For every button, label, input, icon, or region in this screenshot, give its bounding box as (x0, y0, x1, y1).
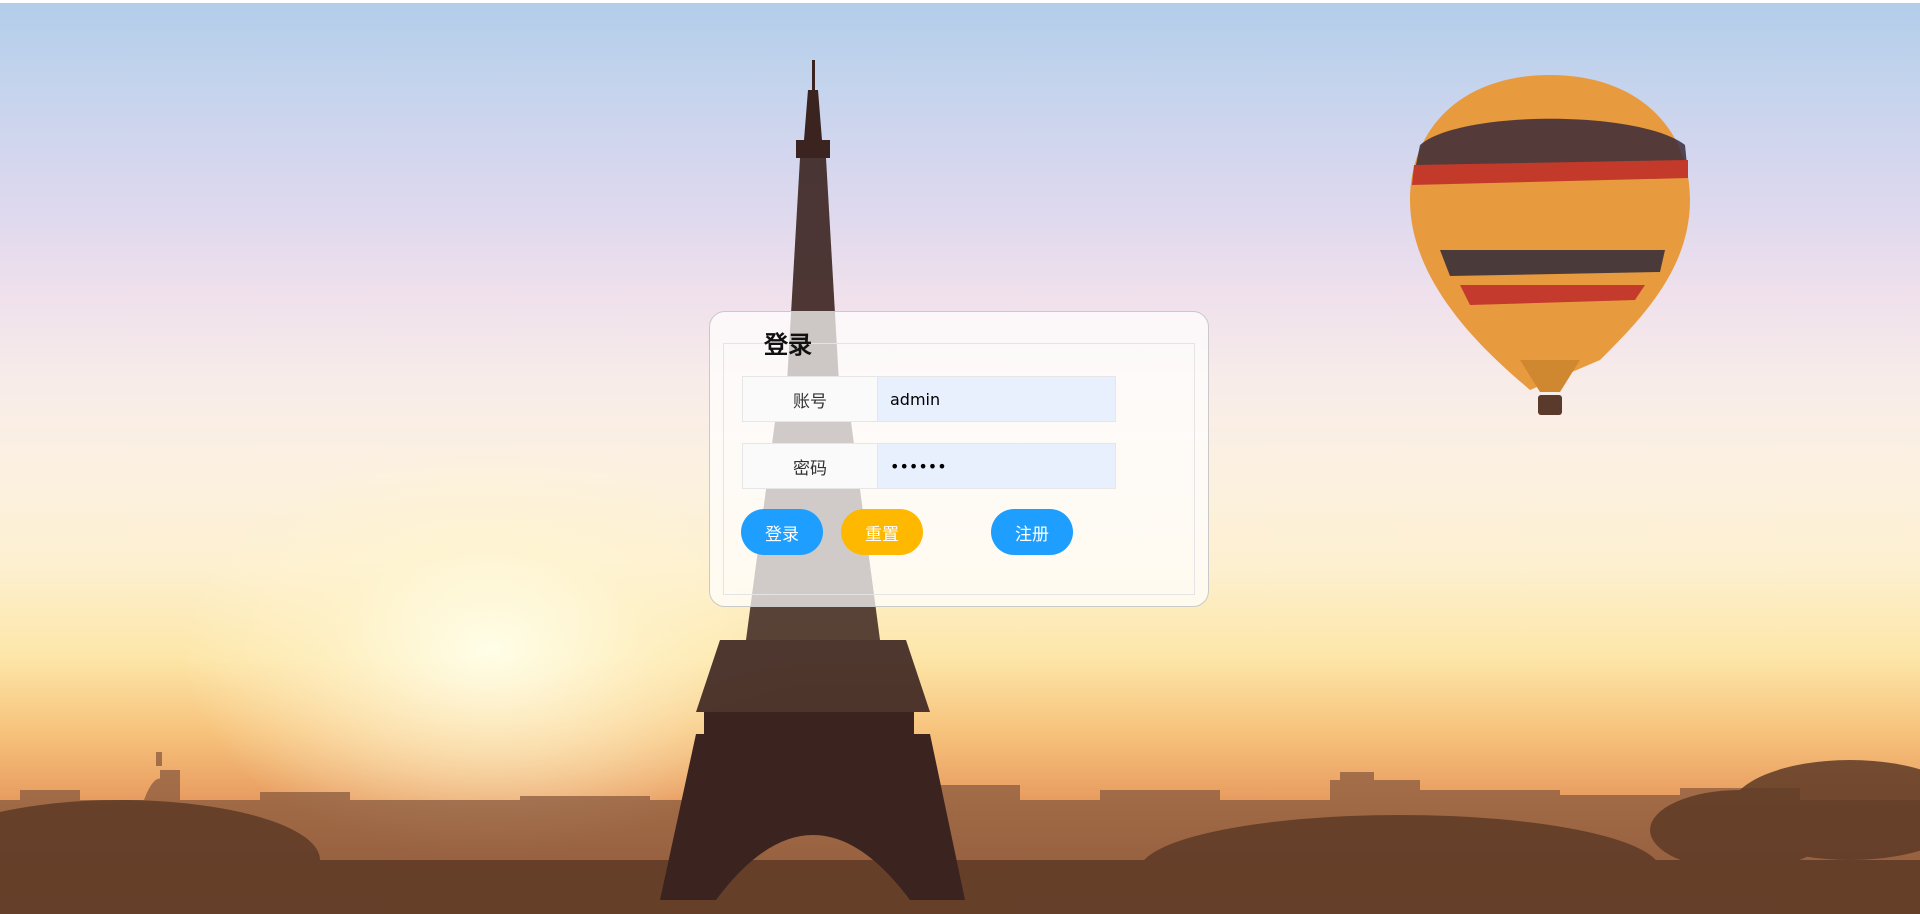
password-row: 密码 (742, 443, 1116, 489)
register-button[interactable]: 注册 (991, 509, 1073, 555)
password-input[interactable] (878, 443, 1116, 489)
username-row: 账号 (742, 376, 1116, 422)
password-label: 密码 (742, 443, 878, 489)
login-button[interactable]: 登录 (741, 509, 823, 555)
login-title: 登录 (764, 331, 812, 359)
hot-air-balloon-icon (1410, 75, 1690, 415)
login-page: 登录 账号 密码 登录 重置 注册 (0, 0, 1920, 914)
login-panel: 登录 账号 密码 登录 重置 注册 (709, 311, 1209, 607)
reset-button[interactable]: 重置 (841, 509, 923, 555)
username-label: 账号 (742, 376, 878, 422)
username-input[interactable] (878, 376, 1116, 422)
